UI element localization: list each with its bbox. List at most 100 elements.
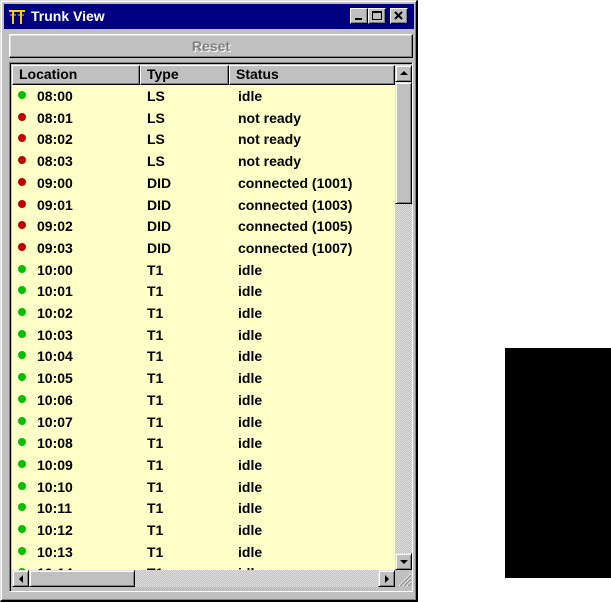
cell-type: LS: [147, 153, 165, 170]
status-indicator-icon: [18, 351, 26, 360]
status-indicator-icon: [18, 438, 26, 447]
status-indicator-icon: [18, 481, 26, 490]
cell-status: not ready: [238, 153, 302, 170]
cell-status: idle: [238, 326, 263, 343]
table-row[interactable]: 10:14T1idle: [12, 562, 395, 570]
column-header-status[interactable]: Status: [229, 65, 395, 85]
cell-status: connected (1001): [238, 174, 353, 191]
status-indicator-icon: [18, 112, 26, 121]
horizontal-scroll-thumb[interactable]: [29, 570, 135, 587]
table-row[interactable]: 10:01 T1 idle: [12, 280, 395, 302]
cell-status: idle: [238, 456, 263, 473]
table-row[interactable]: 10:00 T1 idle: [12, 259, 395, 281]
cell-status: idle: [238, 391, 263, 408]
close-button[interactable]: [390, 8, 408, 24]
status-indicator-icon: [18, 373, 26, 382]
table-row[interactable]: 10:07 T1 idle: [12, 411, 395, 433]
status-indicator-icon: [18, 156, 26, 165]
table-row[interactable]: 09:02 DID connected (1005): [12, 215, 395, 237]
status-indicator-icon: [18, 459, 26, 468]
cell-type: DID: [147, 218, 172, 235]
cell-location: 10:09: [37, 456, 73, 473]
cell-type: DID: [147, 174, 172, 191]
status-indicator-icon: [18, 525, 26, 533]
table-row[interactable]: 09:03 DID connected (1007): [12, 237, 395, 259]
cell-status: idle: [238, 478, 263, 495]
column-header-type[interactable]: Type: [140, 65, 229, 85]
cell-status: connected (1003): [238, 196, 353, 213]
vertical-scrollbar[interactable]: [395, 65, 412, 570]
cell-status: connected (1007): [238, 239, 353, 256]
trunk-list[interactable]: Location Type Status 08:00 LS idle 08:01 LS n…: [9, 62, 413, 592]
cell-location: 10:07: [37, 413, 73, 430]
cell-status: idle: [238, 348, 263, 365]
table-row[interactable]: 10:06 T1 idle: [12, 389, 395, 411]
vertical-scroll-thumb[interactable]: [395, 82, 412, 204]
cell-location: 10:12: [37, 522, 73, 538]
cell-location: 10:05: [37, 370, 73, 387]
black-panel: [505, 348, 611, 578]
cell-type: T1: [147, 348, 164, 365]
cell-type: T1: [147, 370, 164, 387]
status-indicator-icon: [18, 91, 26, 99]
cell-type: T1: [147, 522, 164, 538]
resize-grip[interactable]: [395, 570, 412, 587]
cell-location: 09:02: [37, 218, 73, 235]
cell-type: T1: [147, 413, 164, 430]
cell-location: 09:01: [37, 196, 73, 213]
cell-status: idle: [238, 370, 263, 387]
status-indicator-icon: [18, 286, 26, 295]
cell-status: not ready: [238, 131, 302, 148]
table-row[interactable]: 08:00 LS idle: [12, 85, 395, 107]
cell-status: idle: [238, 543, 263, 560]
cell-status: idle: [238, 88, 263, 104]
reset-button[interactable]: Reset: [9, 34, 413, 58]
table-row[interactable]: 09:00 DID connected (1001): [12, 172, 395, 194]
cell-status: idle: [238, 305, 263, 321]
cell-type: T1: [147, 261, 164, 278]
table-row[interactable]: 10:08 T1 idle: [12, 432, 395, 454]
table-row[interactable]: 10:04 T1 idle: [12, 345, 395, 367]
cell-location: 10:00: [37, 261, 73, 278]
cell-type: T1: [147, 305, 164, 321]
column-header-location[interactable]: Location: [12, 65, 140, 85]
cell-status: idle: [238, 500, 263, 517]
scroll-down-button[interactable]: [395, 553, 412, 570]
cell-location: 10:04: [37, 348, 73, 365]
table-row[interactable]: 10:13 T1 idle: [12, 541, 395, 563]
scroll-right-button[interactable]: [378, 570, 395, 587]
table-row[interactable]: 08:01 LS not ready: [12, 107, 395, 129]
table-row[interactable]: 10:11 T1 idle: [12, 497, 395, 519]
minimize-button[interactable]: [350, 8, 368, 24]
cell-location: 08:01: [37, 109, 73, 126]
cell-type: T1: [147, 283, 164, 300]
table-row[interactable]: 10:10 T1 idle: [12, 476, 395, 498]
table-row[interactable]: 08:02 LS not ready: [12, 128, 395, 150]
cell-location: 10:01: [37, 283, 73, 300]
cell-location: 09:03: [37, 239, 73, 256]
status-indicator-icon: [18, 503, 26, 512]
table-row[interactable]: 10:03 T1 idle: [12, 324, 395, 346]
cell-type: DID: [147, 196, 172, 213]
table-row[interactable]: 10:12 T1 idle: [12, 519, 395, 541]
window-title: Trunk View: [31, 8, 105, 24]
scroll-left-button[interactable]: [12, 570, 29, 587]
maximize-button[interactable]: [368, 8, 386, 24]
status-indicator-icon: [18, 199, 26, 208]
status-indicator-icon: [18, 221, 26, 230]
table-row[interactable]: 10:02 T1 idle: [12, 302, 395, 324]
table-row[interactable]: 08:03 LS not ready: [12, 150, 395, 172]
table-row[interactable]: 10:05 T1 idle: [12, 367, 395, 389]
table-row[interactable]: 10:09 T1 idle: [12, 454, 395, 476]
title-bar[interactable]: Trunk View: [4, 4, 414, 29]
status-indicator-icon: [18, 416, 26, 425]
horizontal-scrollbar[interactable]: [12, 570, 395, 587]
table-row[interactable]: 09:01 DID connected (1003): [12, 194, 395, 216]
cell-status: idle: [238, 283, 263, 300]
cell-location: 09:00: [37, 174, 73, 191]
cell-status: idle: [238, 435, 263, 452]
cell-type: LS: [147, 131, 165, 148]
scroll-up-button[interactable]: [395, 65, 412, 82]
cell-location: 10:06: [37, 391, 73, 408]
cell-status: idle: [238, 261, 263, 278]
